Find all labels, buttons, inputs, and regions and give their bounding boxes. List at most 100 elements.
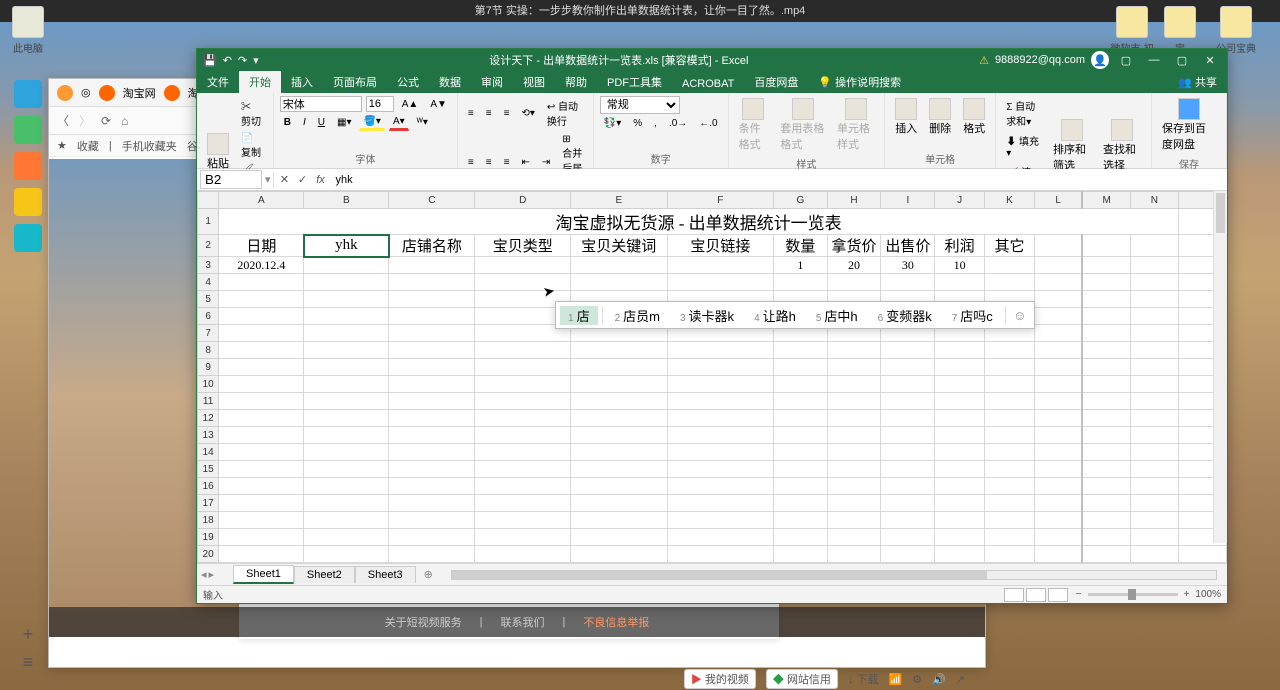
cell[interactable]: [985, 529, 1035, 546]
inc-decimal-icon[interactable]: .0→: [665, 116, 691, 131]
cell[interactable]: [827, 427, 881, 444]
cell[interactable]: [985, 495, 1035, 512]
cell[interactable]: [475, 393, 570, 410]
column-header[interactable]: B: [304, 192, 389, 209]
cell[interactable]: [304, 410, 389, 427]
cell[interactable]: [304, 495, 389, 512]
cell[interactable]: [219, 376, 304, 393]
column-header[interactable]: H: [827, 192, 881, 209]
cell[interactable]: [475, 410, 570, 427]
insert-cells-button[interactable]: 插入: [891, 96, 921, 138]
cell[interactable]: [389, 444, 475, 461]
tab-tellme[interactable]: 💡 操作说明搜索: [808, 71, 911, 93]
save-icon[interactable]: 💾: [203, 54, 217, 67]
cell[interactable]: [475, 359, 570, 376]
cell[interactable]: [1082, 427, 1130, 444]
cell[interactable]: [1082, 274, 1130, 291]
launcher-item[interactable]: [14, 188, 42, 216]
cell[interactable]: [774, 478, 828, 495]
tab-view[interactable]: 视图: [513, 71, 555, 93]
cell[interactable]: [667, 444, 773, 461]
cell[interactable]: [475, 529, 570, 546]
cell[interactable]: [935, 478, 985, 495]
cell[interactable]: [389, 478, 475, 495]
cell[interactable]: [667, 546, 773, 563]
tab-help[interactable]: 帮助: [555, 71, 597, 93]
cell[interactable]: [304, 308, 389, 325]
cell[interactable]: [570, 257, 667, 274]
cell[interactable]: [827, 410, 881, 427]
cell[interactable]: [475, 495, 570, 512]
align-mid-icon[interactable]: ≡: [482, 106, 496, 121]
cell[interactable]: [570, 478, 667, 495]
footer-link[interactable]: 不良信息举报: [583, 614, 649, 630]
desktop-icon-computer[interactable]: 此电脑: [4, 6, 52, 55]
cell[interactable]: [389, 461, 475, 478]
row-header[interactable]: 9: [198, 359, 219, 376]
spreadsheet-grid[interactable]: ABCDEFGHIJKLMN1淘宝虚拟无货源 - 出单数据统计一览表2日期yhk…: [197, 191, 1227, 563]
cell[interactable]: [570, 427, 667, 444]
align-right-icon[interactable]: ≡: [500, 155, 514, 170]
cell[interactable]: [1082, 376, 1130, 393]
underline-button[interactable]: U: [314, 115, 329, 130]
cell[interactable]: [667, 342, 773, 359]
bookmark-item[interactable]: 手机收藏夹: [122, 138, 177, 154]
format-cells-button[interactable]: 格式: [959, 96, 989, 138]
minimize-button[interactable]: —: [1143, 54, 1165, 66]
cell[interactable]: [1034, 410, 1082, 427]
cell[interactable]: [570, 342, 667, 359]
cell[interactable]: [1082, 495, 1130, 512]
tab-file[interactable]: 文件: [197, 71, 239, 93]
indent-dec-icon[interactable]: ⇤: [517, 155, 533, 170]
cell[interactable]: [389, 546, 475, 563]
border-button[interactable]: ▦▾: [333, 115, 355, 130]
cell[interactable]: [1130, 410, 1178, 427]
status-icon[interactable]: 📶: [889, 673, 903, 686]
row-header[interactable]: 18: [198, 512, 219, 529]
cell[interactable]: [881, 512, 935, 529]
cell[interactable]: [475, 257, 570, 274]
paste-button[interactable]: 粘贴: [203, 131, 233, 173]
cell[interactable]: [774, 376, 828, 393]
cell[interactable]: [935, 461, 985, 478]
cell[interactable]: [774, 444, 828, 461]
formula-input[interactable]: yhk: [330, 173, 1227, 187]
cell[interactable]: [1034, 444, 1082, 461]
cell[interactable]: [774, 529, 828, 546]
cell[interactable]: [570, 444, 667, 461]
cell[interactable]: [667, 257, 773, 274]
cell[interactable]: [985, 410, 1035, 427]
cell[interactable]: [389, 427, 475, 444]
cell[interactable]: [570, 376, 667, 393]
cut-button[interactable]: ✂ 剪切: [237, 96, 267, 130]
home-icon[interactable]: ⌂: [121, 114, 128, 128]
cell[interactable]: [985, 427, 1035, 444]
cell[interactable]: [827, 529, 881, 546]
row-header[interactable]: 6: [198, 308, 219, 325]
status-icon[interactable]: ↗: [956, 673, 965, 686]
cell[interactable]: [570, 529, 667, 546]
cond-format-button[interactable]: 条件格式: [735, 96, 773, 154]
sort-filter-button[interactable]: 排序和筛选: [1049, 117, 1095, 175]
row-header[interactable]: 3: [198, 257, 219, 274]
tab-data[interactable]: 数据: [429, 71, 471, 93]
cell[interactable]: [475, 546, 570, 563]
row-header[interactable]: 4: [198, 274, 219, 291]
cell[interactable]: [389, 512, 475, 529]
cell[interactable]: [774, 410, 828, 427]
cell[interactable]: [881, 444, 935, 461]
cell[interactable]: 日期: [219, 235, 304, 257]
cell[interactable]: [985, 444, 1035, 461]
delete-cells-button[interactable]: 删除: [925, 96, 955, 138]
cell[interactable]: [827, 478, 881, 495]
cell[interactable]: [1130, 274, 1178, 291]
cell[interactable]: [1034, 376, 1082, 393]
cell[interactable]: [389, 529, 475, 546]
cell[interactable]: 20: [827, 257, 881, 274]
view-layout-icon[interactable]: [1026, 588, 1046, 602]
font-color-button[interactable]: A▾: [389, 114, 409, 131]
cell[interactable]: [219, 393, 304, 410]
cell[interactable]: [1034, 359, 1082, 376]
cell[interactable]: [1034, 342, 1082, 359]
cell[interactable]: [935, 495, 985, 512]
